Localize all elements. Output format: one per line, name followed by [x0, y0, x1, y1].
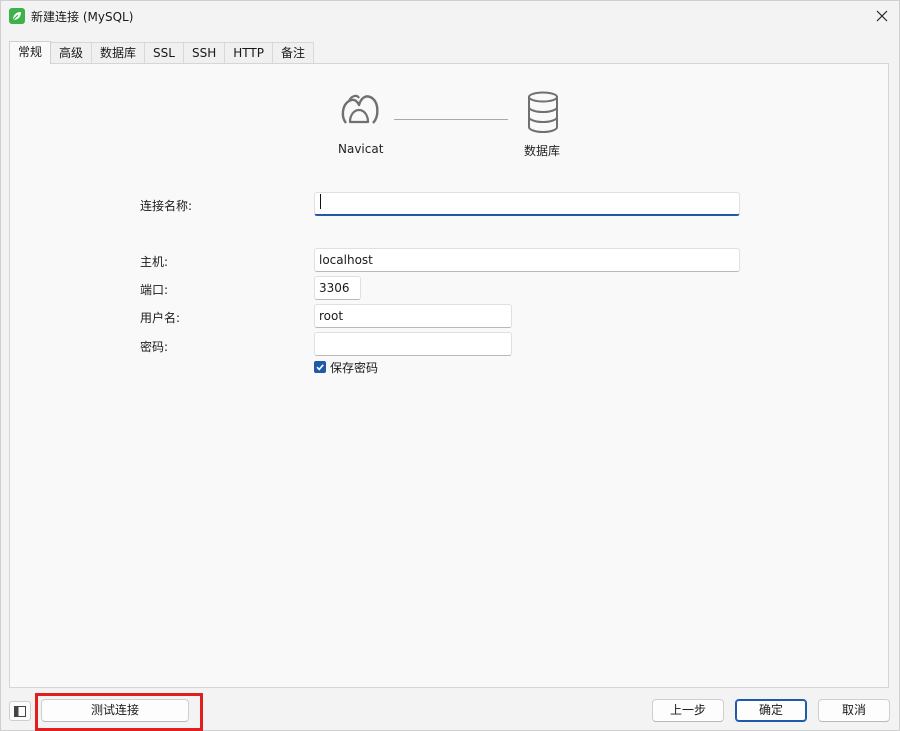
check-icon: [316, 364, 324, 371]
general-panel: Navicat 数据库 连接名称: 主机: 端口: 用户名: 密码: 保存密码: [9, 63, 889, 688]
tab-database[interactable]: 数据库: [91, 42, 146, 64]
tab-advanced[interactable]: 高级: [50, 42, 93, 64]
tab-ssl[interactable]: SSL: [144, 42, 184, 64]
text-caret: [320, 194, 321, 209]
cancel-button[interactable]: 取消: [818, 699, 890, 722]
username-input[interactable]: [314, 304, 512, 328]
connection-name-label: 连接名称:: [140, 199, 193, 213]
title-bar: 新建连接 (MySQL): [1, 1, 899, 31]
host-label: 主机:: [140, 255, 169, 269]
highlight-annotation: [35, 693, 203, 731]
save-password-checkbox[interactable]: [314, 361, 326, 373]
connection-name-input[interactable]: [314, 192, 740, 216]
sidebar-toggle-button[interactable]: [9, 701, 31, 721]
tab-bar: 常规 高级 数据库 SSL SSH HTTP 备注: [9, 41, 314, 64]
tab-notes[interactable]: 备注: [271, 42, 314, 64]
tab-general[interactable]: 常规: [9, 41, 52, 64]
sidebar-panel-icon: [14, 705, 26, 717]
password-label: 密码:: [140, 340, 169, 354]
host-input[interactable]: [314, 248, 740, 272]
navicat-logo-icon: [341, 94, 379, 124]
port-label: 端口:: [140, 283, 169, 297]
ok-button[interactable]: 确定: [735, 699, 807, 722]
navicat-app-icon: [9, 8, 25, 24]
new-connection-dialog: 新建连接 (MySQL) 常规 高级 数据库 SSL SSH HTTP 备注 N…: [0, 0, 900, 731]
save-password-label: 保存密码: [330, 361, 379, 375]
back-button[interactable]: 上一步: [652, 699, 724, 722]
password-input[interactable]: [314, 332, 512, 356]
window-title: 新建连接 (MySQL): [31, 10, 134, 24]
connection-line: [394, 119, 508, 120]
diagram-navicat-label: Navicat: [338, 142, 384, 156]
close-button[interactable]: [871, 5, 893, 27]
diagram-database-label: 数据库: [523, 144, 560, 158]
database-icon: [528, 91, 558, 133]
close-icon: [876, 10, 888, 22]
tab-ssh[interactable]: SSH: [182, 42, 226, 64]
username-label: 用户名:: [140, 311, 181, 325]
port-input[interactable]: [314, 276, 361, 300]
tab-http[interactable]: HTTP: [224, 42, 273, 64]
